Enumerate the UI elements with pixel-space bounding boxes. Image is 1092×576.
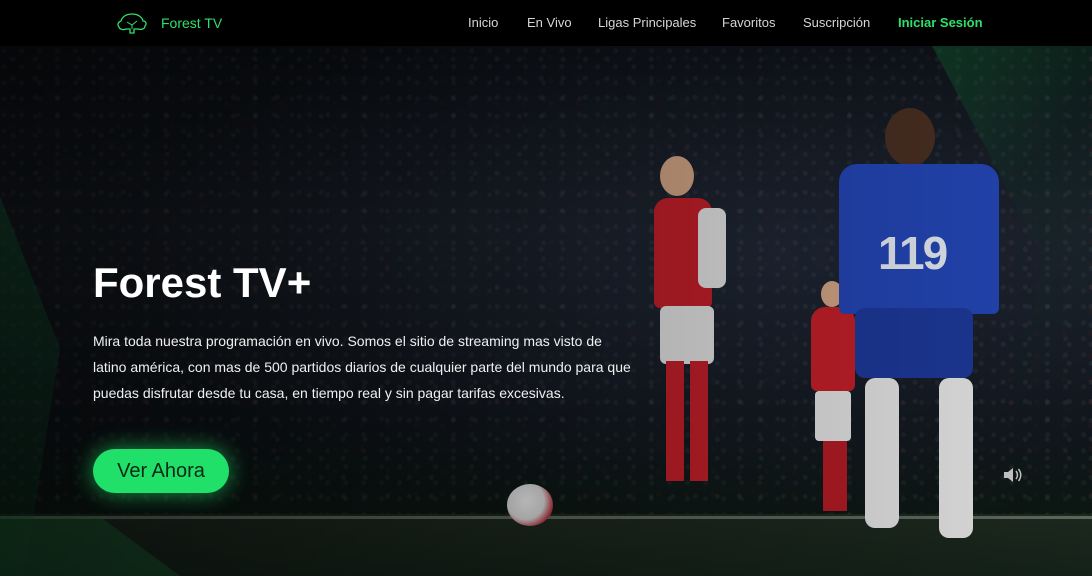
hero-overlay bbox=[0, 46, 1092, 576]
nav-item-inicio[interactable]: Inicio bbox=[468, 15, 498, 30]
nav-links: Inicio En Vivo Ligas Principales Favorit… bbox=[0, 15, 1092, 33]
hero-section: 119 Forest TV+ Mira toda nuestra program… bbox=[0, 46, 1092, 576]
navbar: Forest TV Inicio En Vivo Ligas Principal… bbox=[0, 0, 1092, 46]
volume-icon[interactable] bbox=[1003, 467, 1023, 483]
hero-title: Forest TV+ bbox=[93, 259, 312, 306]
nav-item-en-vivo[interactable]: En Vivo bbox=[527, 15, 572, 30]
nav-item-favoritos[interactable]: Favoritos bbox=[722, 15, 775, 30]
hero-description: Mira toda nuestra programación en vivo. … bbox=[93, 333, 631, 401]
nav-item-suscripcion[interactable]: Suscripción bbox=[803, 15, 870, 30]
login-link[interactable]: Iniciar Sesión bbox=[898, 15, 983, 30]
watch-now-button[interactable]: Ver Ahora bbox=[93, 449, 229, 493]
nav-item-ligas-principales[interactable]: Ligas Principales bbox=[598, 15, 696, 30]
